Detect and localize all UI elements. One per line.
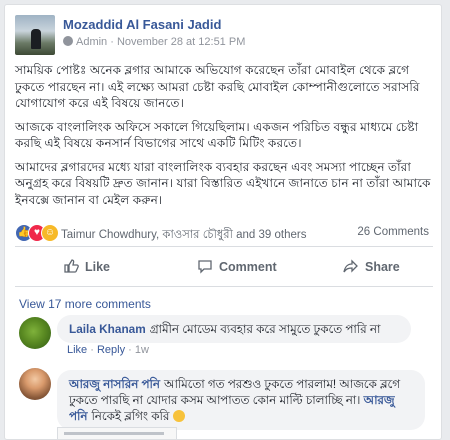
commenter-name[interactable]: Laila Khanam bbox=[69, 322, 146, 336]
comment-actions: Like · Reply · 1w bbox=[67, 344, 149, 356]
like-label: Like bbox=[85, 260, 111, 274]
action-bar: Like Comment Share bbox=[15, 252, 433, 282]
commenter-name[interactable]: আরজু নাসরিন পনি bbox=[69, 377, 160, 391]
reactions-bar: 👍 ♥ ☺ Taimur Chowdhury, কাওসার চৌধুরী an… bbox=[15, 224, 435, 242]
view-more-comments[interactable]: View 17 more comments bbox=[19, 297, 151, 311]
globe-icon bbox=[63, 36, 73, 46]
post-paragraph: সাময়িক পোষ্টঃ অনেক ব্লগার আমাকে অভিযোগ … bbox=[15, 63, 420, 110]
comment-icon bbox=[198, 260, 212, 274]
comment-like-link[interactable]: Like bbox=[67, 344, 87, 356]
comment-button[interactable]: Comment bbox=[197, 252, 277, 282]
comment-bubble: Laila Khanam গ্রামীন মোডেম ব্যবহার করে সা… bbox=[57, 315, 411, 343]
post-meta-text[interactable]: Admin · November 28 at 12:51 PM bbox=[76, 36, 245, 48]
thumbs-up-icon bbox=[64, 259, 79, 273]
post-paragraph: আমাদের ব্লগারদের মধ্যে যারা বাংলালিংক ব্… bbox=[15, 159, 431, 207]
commenter-avatar[interactable] bbox=[19, 368, 51, 400]
wow-icon[interactable]: ☺ bbox=[41, 224, 59, 242]
comment-reply-link[interactable]: Reply bbox=[97, 344, 125, 356]
like-button[interactable]: Like bbox=[63, 252, 110, 282]
post-meta: Admin · November 28 at 12:51 PM bbox=[63, 36, 245, 48]
comments-count[interactable]: 26 Comments bbox=[357, 226, 429, 238]
sad-emoji-icon bbox=[172, 410, 185, 422]
reaction-names[interactable]: Taimur Chowdhury, কাওসার চৌধুরী and 39 o… bbox=[61, 226, 306, 245]
link-preview[interactable] bbox=[57, 427, 177, 439]
author-name[interactable]: Mozaddid Al Fasani Jadid bbox=[63, 17, 221, 32]
share-label: Share bbox=[365, 260, 400, 274]
post-card: Mozaddid Al Fasani Jadid Admin · Novembe… bbox=[4, 4, 442, 440]
author-avatar[interactable] bbox=[15, 15, 55, 55]
comment-label: Comment bbox=[219, 260, 277, 274]
post-paragraph: আজকে বাংলালিংক অফিসে সকালে গিয়েছিলাম। এ… bbox=[15, 119, 419, 151]
share-icon bbox=[343, 259, 358, 273]
share-button[interactable]: Share bbox=[343, 252, 400, 282]
post-body: সাময়িক পোষ্টঃ অনেক ব্লগার আমাকে অভিযোগ … bbox=[15, 62, 433, 215]
comment-text-after: নিকেই ব্লগিং করি bbox=[91, 409, 170, 423]
divider bbox=[15, 246, 433, 247]
divider bbox=[15, 286, 433, 287]
comment-time[interactable]: 1w bbox=[135, 344, 149, 356]
comment-text: গ্রামীন মোডেম ব্যবহার করে সামুতে ঢুকতে প… bbox=[149, 322, 381, 336]
comment-bubble: আরজু নাসরিন পনি আমিতো গত পরশুও ঢুকতে পারল… bbox=[57, 370, 425, 430]
commenter-avatar[interactable] bbox=[19, 317, 51, 349]
